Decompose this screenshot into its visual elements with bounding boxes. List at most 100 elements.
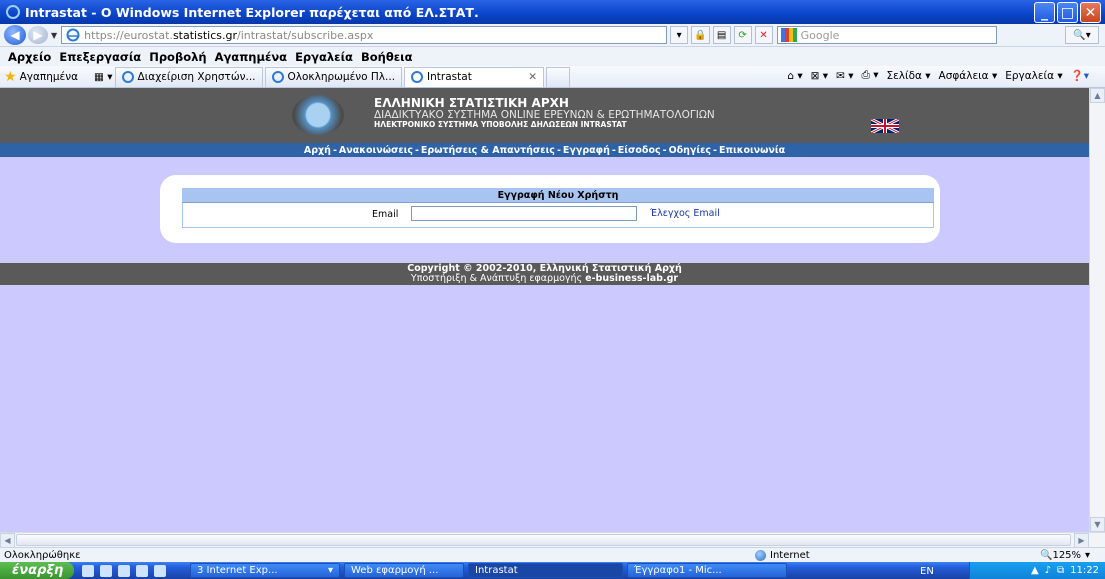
zoom-dropdown-icon[interactable]: ▾ [1085,550,1090,561]
page-menu[interactable]: Σελίδα ▾ [887,70,931,82]
taskbar-item-word[interactable]: Έγγραφο1 - Mic... [627,563,787,578]
site-banner: ΕΛΛΗΝΙΚΗ ΣΤΑΤΙΣΤΙΚΗ ΑΡΧΗ ΔΙΑΔΙΚΤΥΑΚΟ ΣΥΣ… [0,88,1089,143]
print-icon[interactable]: ⎙ ▾ [861,69,878,82]
help-icon[interactable]: ❓▾ [1071,69,1089,82]
nav-separator: - [556,144,561,156]
menu-favorites[interactable]: Αγαπημένα [215,50,288,64]
language-indicator[interactable]: EN [920,566,934,577]
maximize-button[interactable]: □ [1057,2,1078,23]
lock-icon[interactable]: 🔒 [691,26,710,44]
nav-link[interactable]: Αρχή [304,145,331,156]
taskbar: έναρξη 3 Internet Exp... ▾ Web εφαρμογή .… [0,562,1105,579]
new-tab-button[interactable] [546,66,571,87]
task-label: Web εφαρμογή ... [351,565,439,576]
feeds-icon[interactable]: ⊠ ▾ [811,70,828,82]
horizontal-scroll-thumb[interactable] [16,534,1071,546]
uk-flag-icon[interactable] [871,119,899,133]
tray-network-icon[interactable]: ⧉ [1057,565,1064,576]
safety-menu-label: Ασφάλεια [938,69,989,82]
taskbar-item-ie-group[interactable]: 3 Internet Exp... ▾ [190,563,340,578]
refresh-icon[interactable]: ⟳ [733,26,752,44]
url-domain: statistics.gr [172,28,237,42]
scroll-left-icon[interactable]: ◀ [0,533,15,548]
tab-close-icon[interactable]: ✕ [528,71,537,83]
tools-menu-label: Εργαλεία [1005,69,1055,82]
nav-link[interactable]: Ερωτήσεις & Απαντήσεις [421,145,555,156]
minimize-button[interactable]: _ [1034,2,1055,23]
quicklaunch-app-icon[interactable] [82,564,94,577]
scroll-up-icon[interactable]: ▲ [1090,88,1105,103]
nav-link[interactable]: Είσοδος [618,145,661,156]
form-body: Email Έλεγχος Email [182,203,934,228]
search-button[interactable]: 🔍▾ [1065,26,1099,44]
history-dropdown-icon[interactable]: ▼ [51,31,57,40]
home-icon[interactable]: ⌂ ▾ [787,70,802,82]
taskbar-item-intrastat[interactable]: Intrastat [468,563,623,578]
nav-link[interactable]: Εγγραφή [563,145,610,156]
back-button[interactable]: ◀ [4,25,26,45]
taskbar-item-web-app[interactable]: Web εφαρμογή ... [344,563,464,578]
banner-title: ΕΛΛΗΝΙΚΗ ΣΤΑΤΙΣΤΙΚΗ ΑΡΧΗ [374,96,569,110]
horizontal-scrollbar[interactable]: ◀ ▶ [0,532,1105,548]
url-path: /intrastat/subscribe.aspx [236,28,374,42]
check-email-link[interactable]: Έλεγχος Email [650,208,720,219]
menu-edit[interactable]: Επεξεργασία [59,50,141,64]
tools-menu[interactable]: Εργαλεία ▾ [1005,70,1062,82]
quick-tabs-icon[interactable]: ▦ ▾ [94,71,113,83]
window-title: Intrastat - O Windows Internet Explorer … [25,4,479,20]
url-field[interactable]: https://eurostat. statistics.gr/intrastat… [61,26,668,44]
menu-view[interactable]: Προβολή [149,50,206,64]
tray-warning-icon[interactable]: ▲ [1031,565,1039,576]
company-link[interactable]: e-business-lab.gr [585,273,678,284]
page-content: ΕΛΛΗΝΙΚΗ ΣΤΑΤΙΣΤΙΚΗ ΑΡΧΗ ΔΙΑΔΙΚΤΥΑΚΟ ΣΥΣ… [0,88,1089,532]
nav-link[interactable]: Επικοινωνία [719,145,785,156]
search-input[interactable]: Google [776,26,997,44]
internet-globe-icon [755,550,766,561]
tab-label: Διαχείριση Χρηστών... [137,71,256,83]
menu-tools[interactable]: Εργαλεία [295,50,353,64]
quick-launch [82,564,166,577]
favorites-star-icon[interactable]: ★ [4,69,17,85]
url-dropdown-icon[interactable]: ▾ [670,26,689,44]
start-button[interactable]: έναρξη [0,562,74,579]
close-button[interactable]: ✕ [1080,2,1101,23]
menu-file[interactable]: Αρχείο [8,50,51,64]
stop-icon[interactable]: ✕ [754,26,773,44]
menu-help[interactable]: Βοήθεια [361,50,413,64]
tab-user-management[interactable]: Διαχείριση Χρηστών... [114,66,263,87]
quicklaunch-app-icon[interactable] [118,564,130,577]
tab-label: Ολοκληρωμένο Πλ... [287,71,396,83]
task-label: 3 Internet Exp... [197,565,278,576]
tray-volume-icon[interactable]: ♪ [1045,565,1051,576]
ie-page-icon [66,28,80,42]
quicklaunch-app-icon[interactable] [100,564,112,577]
forward-button[interactable]: ▶ [28,26,48,44]
mail-icon[interactable]: ✉ ▾ [836,70,853,82]
nav-link[interactable]: Ανακοινώσεις [339,145,413,156]
security-zone[interactable]: Internet [755,548,810,563]
safety-menu[interactable]: Ασφάλεια ▾ [939,70,998,82]
scroll-right-icon[interactable]: ▶ [1074,533,1089,548]
site-navigation: Αρχή - Ανακοινώσεις - Ερωτήσεις & Απαντή… [0,143,1089,157]
zoom-control[interactable]: 🔍 125% ▾ [1040,548,1090,563]
nav-separator: - [414,144,419,156]
nav-separator: - [332,144,337,156]
site-footer: Copyright © 2002-2010, Ελληνική Στατιστι… [0,263,1089,285]
email-field[interactable] [411,206,637,221]
vertical-scrollbar[interactable]: ▲ ▼ [1089,88,1105,532]
ie-tab-icon [411,71,424,83]
status-text: Ολοκληρώθηκε [4,549,81,561]
chevron-down-icon: ▾ [327,565,333,576]
tab-integrated[interactable]: Ολοκληρωμένο Πλ... [264,66,403,87]
quicklaunch-app-icon[interactable] [136,564,148,577]
tab-intrastat[interactable]: Intrastat ✕ [404,66,545,87]
menu-bar: Αρχείο Επεξεργασία Προβολή Αγαπημένα Εργ… [0,47,1105,66]
registration-form: Εγγραφή Νέου Χρήστη Email Έλεγχος Email [160,175,940,243]
favorites-label[interactable]: Αγαπημένα [20,71,78,83]
nav-link[interactable]: Οδηγίες [669,145,711,156]
compatibility-icon[interactable]: ▤ [712,26,731,44]
scroll-down-icon[interactable]: ▼ [1090,517,1105,532]
quicklaunch-ie-icon[interactable] [154,564,166,577]
task-label: Έγγραφο1 - Mic... [634,565,722,576]
zoom-icon: 🔍 [1040,550,1053,561]
